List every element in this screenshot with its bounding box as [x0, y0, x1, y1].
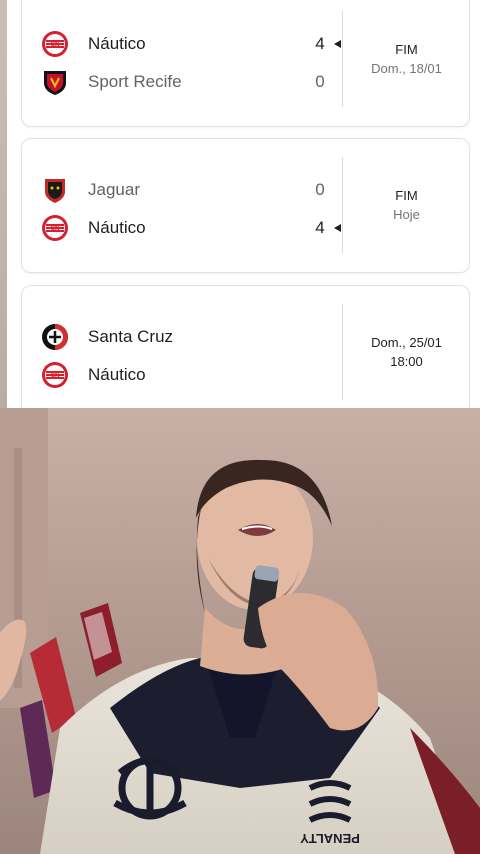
team-row: CN Náutico: [22, 356, 342, 394]
match-card[interactable]: CN Náutico 4 Sport Recife 0 FIM Dom., 18…: [21, 0, 470, 127]
status-label: FIM: [395, 42, 418, 57]
divider: [342, 157, 343, 253]
match-status: FIM Hoje: [344, 188, 469, 222]
svg-text:CN: CN: [51, 373, 60, 379]
team-score: 0: [315, 72, 325, 91]
presenter-photo: PENALTY: [0, 408, 480, 854]
team-name: Jaguar: [88, 180, 140, 199]
divider: [342, 304, 343, 400]
team-row: CN Náutico 4: [22, 25, 342, 63]
match-results-screenshot: CN Náutico 4 Sport Recife 0 FIM Dom., 18…: [0, 0, 480, 408]
team-row: Sport Recife 0: [22, 63, 342, 101]
match-status: FIM Dom., 18/01: [344, 42, 469, 76]
team-name: Náutico: [88, 218, 146, 237]
divider: [342, 11, 343, 107]
status-label: FIM: [395, 188, 418, 203]
match-date: Dom., 18/01: [371, 61, 442, 76]
svg-text:CN: CN: [51, 42, 60, 48]
background-edge: [0, 0, 7, 408]
team-score: 4: [315, 218, 325, 237]
team-name: Náutico: [88, 34, 146, 53]
sport-recife-crest-icon: [44, 71, 66, 95]
jaguar-crest-icon: [45, 179, 65, 203]
match-date: Hoje: [393, 207, 420, 222]
presenter-video: PENALTY: [0, 408, 480, 854]
kickoff-time: 18:00: [390, 354, 423, 369]
svg-text:CN: CN: [51, 226, 60, 232]
kickoff-date: Dom., 25/01: [371, 335, 442, 350]
nautico-crest-icon: CN: [42, 215, 68, 241]
nautico-crest-icon: CN: [42, 31, 68, 57]
santa-cruz-crest-icon: [42, 324, 68, 350]
nautico-crest-icon: CN: [42, 362, 68, 388]
winner-arrow-icon: [334, 40, 341, 48]
match-card[interactable]: Santa Cruz CN Náutico Dom., 25/01 18:00: [21, 285, 470, 408]
team-name: Santa Cruz: [88, 327, 174, 346]
winner-arrow-icon: [334, 224, 341, 232]
match-status: Dom., 25/01 18:00: [344, 335, 469, 369]
team-row: Jaguar 0: [22, 171, 342, 209]
team-name: Sport Recife: [88, 72, 182, 91]
team-name: Náutico: [88, 365, 146, 384]
team-score: 0: [315, 180, 325, 199]
team-row: CN Náutico 4: [22, 209, 342, 247]
jersey-brand: PENALTY: [300, 831, 360, 846]
match-card[interactable]: Jaguar 0 CN Náutico 4 FIM Hoje: [21, 138, 470, 273]
team-score: 4: [315, 34, 325, 53]
team-row: Santa Cruz: [22, 318, 342, 356]
